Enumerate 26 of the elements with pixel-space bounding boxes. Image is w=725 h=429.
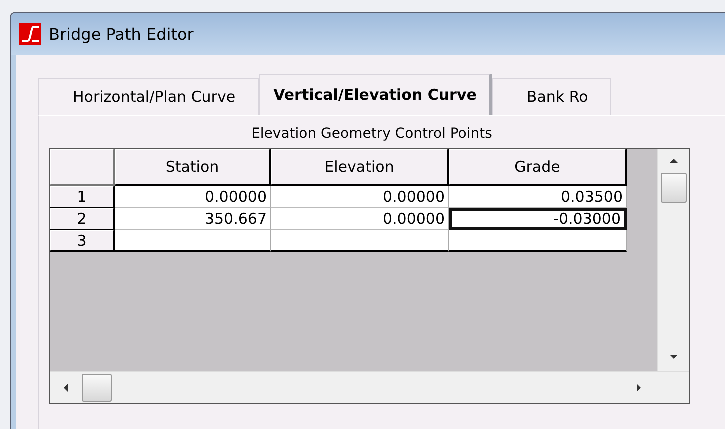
column-header[interactable]: Elevation [271,149,449,186]
table-cell[interactable] [449,230,627,252]
window-title: Bridge Path Editor [49,24,194,44]
tab[interactable]: Vertical/Elevation Curve [258,74,492,115]
row-header[interactable]: 3 [50,230,115,252]
table-cell[interactable]: 0.03500 [449,186,627,208]
scroll-thumb[interactable] [660,173,686,203]
table-cell[interactable]: 350.667 [115,208,271,230]
table-cell[interactable]: 0.00000 [271,186,449,208]
column-header[interactable]: Grade [449,149,627,186]
column-header[interactable]: Station [115,149,271,186]
corner-header [50,149,115,186]
table-cell[interactable]: -0.03000 [449,208,627,230]
table-cell[interactable]: 0.00000 [115,186,271,208]
table-cell[interactable] [271,230,449,252]
table-cell[interactable]: 0.00000 [271,208,449,230]
scroll-thumb[interactable] [82,374,112,402]
grid-caption: Elevation Geometry Control Points [250,126,494,144]
vertical-scrollbar[interactable] [657,149,689,371]
tab[interactable]: Bank Ro [492,78,612,115]
horizontal-scrollbar[interactable] [50,371,689,403]
row-header[interactable]: 2 [50,208,115,230]
app-logo-icon [19,23,41,45]
tab[interactable]: Horizontal/Plan Curve [38,78,259,115]
row-header[interactable]: 1 [50,186,115,208]
table-cell[interactable] [115,230,271,252]
